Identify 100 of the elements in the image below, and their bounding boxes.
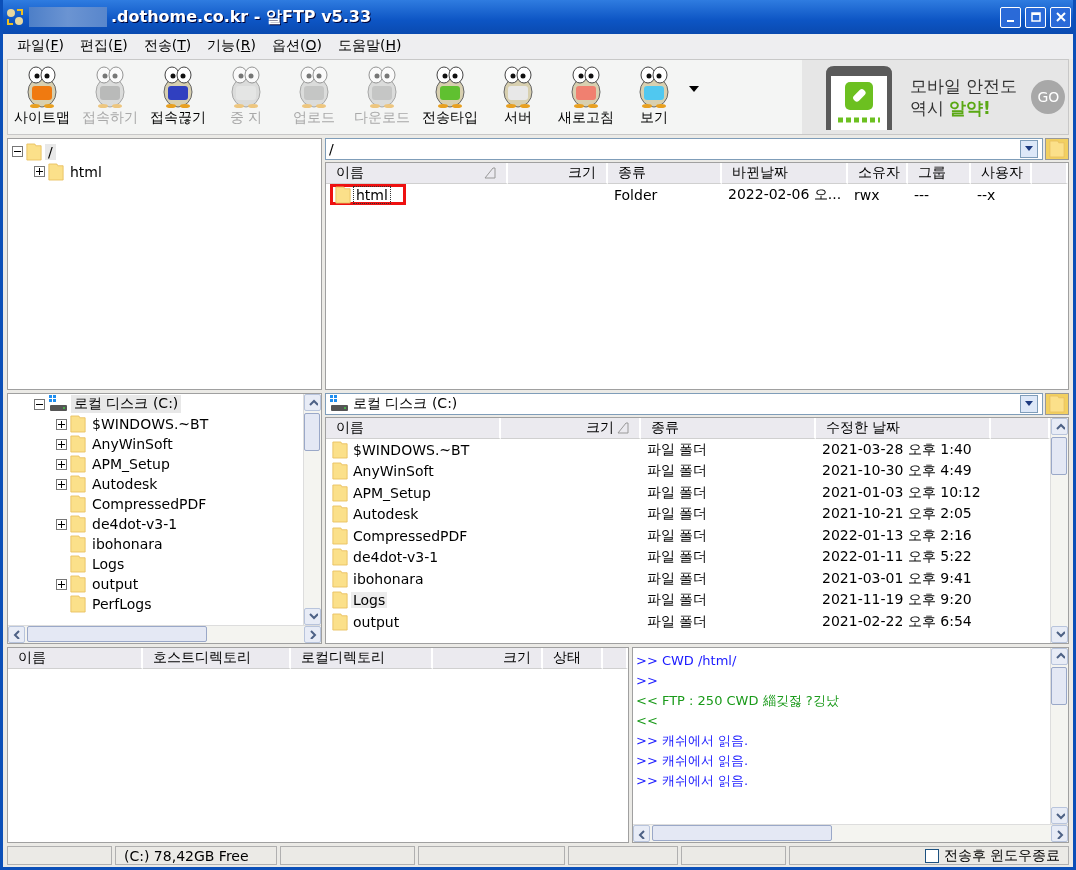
scroll-up-button[interactable] xyxy=(1051,647,1068,665)
log-line: >> xyxy=(636,671,659,690)
table-cell-text: 파일 폴더 xyxy=(646,483,709,502)
menu-item[interactable]: 기능(R) xyxy=(199,35,264,58)
tree-node[interactable]: de4dot-v3-1 xyxy=(89,516,181,533)
scroll-thumb[interactable] xyxy=(27,625,207,642)
table-cell-text: 파일 폴더 xyxy=(646,591,709,610)
toolbar-button[interactable]: 접속끊기 xyxy=(144,65,212,127)
drive-icon xyxy=(329,395,349,414)
scroll-thumb[interactable] xyxy=(304,413,320,452)
expander-toggle[interactable] xyxy=(56,518,67,530)
column-header[interactable]: 사용자 xyxy=(971,162,1032,184)
tree-node[interactable]: APM_Setup xyxy=(89,456,173,473)
vertical-scrollbar[interactable] xyxy=(303,394,321,625)
path-field[interactable]: / xyxy=(325,137,1043,160)
folder-icon xyxy=(332,483,348,502)
ad-banner[interactable]: 모바일 안전도 역시 알약! GO xyxy=(802,59,1068,134)
menu-item[interactable]: 전송(T) xyxy=(135,35,200,58)
tree-node[interactable]: Logs xyxy=(89,556,128,573)
expander-toggle[interactable] xyxy=(12,146,23,158)
column-header[interactable]: 수정한 날짜 xyxy=(816,418,991,440)
dropdown-button[interactable] xyxy=(1020,139,1038,158)
column-header[interactable]: 이름 xyxy=(326,418,501,440)
scroll-up-button[interactable] xyxy=(304,394,321,412)
column-header[interactable]: 이름 xyxy=(8,647,143,669)
expander-toggle[interactable] xyxy=(34,398,45,410)
menu-item[interactable]: 파일(F) xyxy=(9,35,72,58)
vertical-scrollbar[interactable] xyxy=(1050,418,1068,643)
column-header[interactable]: 크기 xyxy=(433,647,543,669)
column-header[interactable]: 호스트디렉토리 xyxy=(143,647,291,669)
file-name-cell[interactable]: Autodesk xyxy=(330,503,501,525)
tree-node[interactable]: $WINDOWS.~BT xyxy=(89,416,212,433)
file-name-cell[interactable]: AnyWinSoft xyxy=(330,460,501,482)
tree-node[interactable]: CompressedPDF xyxy=(89,496,210,513)
tree-node[interactable]: 로컬 디스크 (C:) xyxy=(71,395,182,414)
horizontal-scrollbar[interactable] xyxy=(633,824,1068,842)
log-line: >> 캐쉬에서 읽음. xyxy=(636,751,750,770)
toolbar-button[interactable]: 새로고침 xyxy=(552,65,620,127)
tree-node[interactable]: PerfLogs xyxy=(89,596,155,613)
horizontal-scrollbar[interactable] xyxy=(8,624,321,643)
path-field[interactable]: 로컬 디스크 (C:) xyxy=(325,393,1043,416)
scroll-left-button[interactable] xyxy=(633,825,650,842)
column-header[interactable]: 로컬디렉토리 xyxy=(291,647,433,669)
menu-item[interactable]: 옵션(O) xyxy=(263,35,330,58)
scroll-right-button[interactable] xyxy=(304,625,321,643)
expander-toggle[interactable] xyxy=(56,418,67,430)
column-header[interactable]: 크기 xyxy=(508,162,608,184)
folder-icon xyxy=(332,505,348,524)
column-header[interactable]: 그룹 xyxy=(908,162,971,184)
tree-node[interactable]: ibohonara xyxy=(89,536,166,553)
maximize-button[interactable] xyxy=(1025,6,1046,28)
expander-toggle[interactable] xyxy=(34,166,45,178)
tree-node[interactable]: output xyxy=(89,576,142,593)
expander-toggle[interactable] xyxy=(56,438,67,450)
column-header[interactable]: 소유자 xyxy=(848,162,908,184)
scroll-down-button[interactable] xyxy=(304,607,321,625)
expander-toggle[interactable] xyxy=(56,458,67,470)
scroll-thumb[interactable] xyxy=(652,825,832,841)
tree-node[interactable]: AnyWinSoft xyxy=(89,436,176,453)
vertical-scrollbar[interactable] xyxy=(1050,647,1068,824)
menu-item[interactable]: 편집(E) xyxy=(72,35,136,58)
file-name-cell[interactable]: Logs xyxy=(330,589,501,611)
file-name-cell[interactable]: APM_Setup xyxy=(330,482,501,504)
dropdown-button[interactable] xyxy=(1020,395,1038,414)
scroll-down-button[interactable] xyxy=(1051,625,1068,643)
scroll-thumb[interactable] xyxy=(1051,666,1067,705)
scroll-up-button[interactable] xyxy=(1051,418,1068,436)
file-name-cell[interactable]: $WINDOWS.~BT xyxy=(330,439,501,461)
minimize-button[interactable] xyxy=(1000,6,1021,28)
scroll-down-button[interactable] xyxy=(1051,807,1068,824)
column-header[interactable]: 종류 xyxy=(641,418,816,440)
toolbar-button[interactable]: 보기 xyxy=(620,65,688,127)
column-header[interactable]: 바뀐날짜 xyxy=(722,162,848,184)
ad-text: 역시 xyxy=(910,96,944,119)
menu-item[interactable]: 도움말(H) xyxy=(329,35,410,58)
expander-toggle[interactable] xyxy=(56,478,67,490)
scroll-thumb[interactable] xyxy=(1051,437,1067,476)
file-name-cell[interactable]: ibohonara xyxy=(330,568,501,590)
file-name-cell[interactable]: de4dot-v3-1 xyxy=(330,546,501,568)
file-name-cell[interactable]: CompressedPDF xyxy=(330,525,501,547)
expander-toggle[interactable] xyxy=(56,578,67,590)
plus-icon xyxy=(58,420,65,428)
scroll-right-button[interactable] xyxy=(1051,825,1068,842)
close-button[interactable] xyxy=(1050,6,1071,28)
column-header[interactable]: 상태 xyxy=(543,647,603,669)
file-name-cell[interactable]: output xyxy=(330,611,501,633)
table-cell-text: 파일 폴더 xyxy=(646,569,709,588)
column-header[interactable]: 크기 xyxy=(501,418,641,440)
column-header[interactable]: 종류 xyxy=(608,162,722,184)
toolbar-button[interactable]: 서버 xyxy=(484,65,552,127)
column-header[interactable]: 이름 xyxy=(326,162,508,184)
scroll-left-button[interactable] xyxy=(8,625,25,643)
folder-icon xyxy=(332,462,348,481)
checkbox[interactable] xyxy=(924,848,939,863)
toolbar-button[interactable]: 전송타입 xyxy=(416,65,484,127)
file-name-cell[interactable]: html xyxy=(330,184,406,205)
tree-node[interactable]: html xyxy=(67,163,105,180)
toolbar-button[interactable]: 사이트맵 xyxy=(8,65,76,127)
tree-node[interactable]: Autodesk xyxy=(89,476,161,493)
tree-node[interactable]: / xyxy=(45,143,56,160)
